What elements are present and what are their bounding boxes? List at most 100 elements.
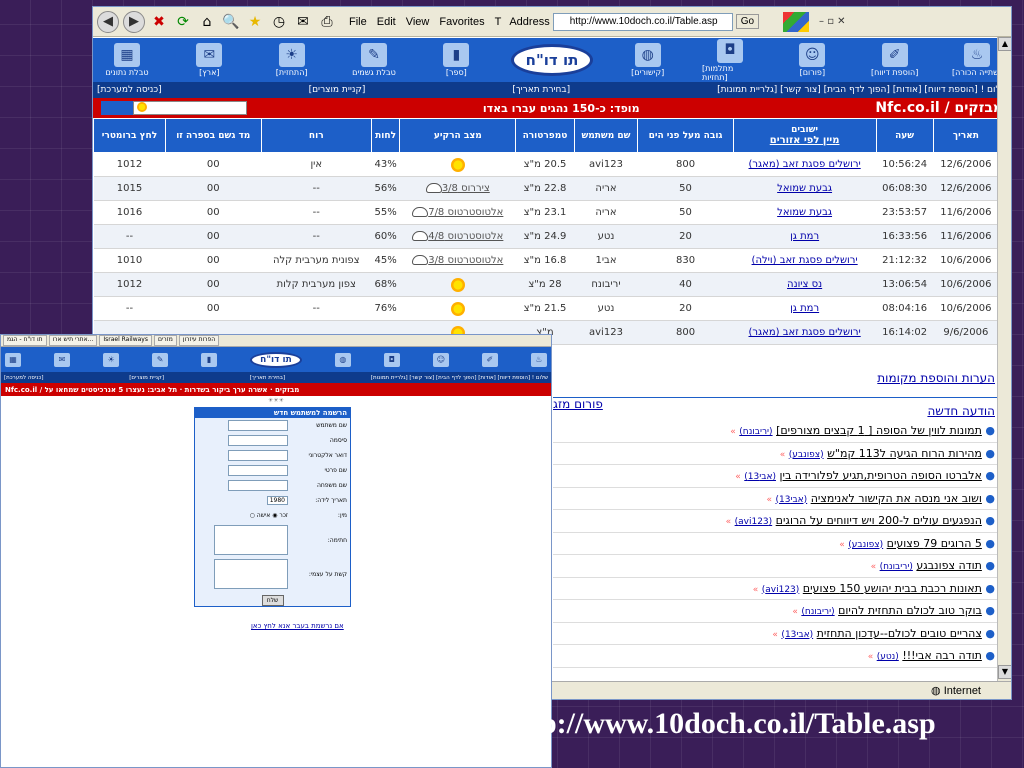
bird-icon[interactable]: ✐ (481, 352, 498, 367)
people-icon[interactable]: ☺ (432, 352, 449, 367)
place-link[interactable]: ירושלים פסגת זאב (מאגר) (749, 159, 861, 170)
nav-item-country[interactable]: ✉ [ארץ] (181, 43, 237, 77)
forum-post[interactable]: ● הנפגעים עולים ל-200 ויש דיווחים על הרו… (553, 510, 999, 533)
menu-edit[interactable]: Edit (377, 16, 396, 28)
login-link[interactable]: [כניסה למערכת] (97, 85, 162, 95)
back-button[interactable]: ◀ (97, 10, 119, 33)
forum-post[interactable]: ● 5 הרוגים 79 פצועים (צפונבע) » (553, 533, 999, 555)
buy-products-link[interactable]: [קניית מוצרים] (309, 85, 366, 95)
cell-place[interactable]: רמת גן (733, 296, 877, 321)
scroll-down-icon[interactable]: ▼ (998, 665, 1011, 679)
address-input[interactable] (552, 12, 733, 31)
forum-post[interactable]: ● תמונות לווין של הסופה [ 1 קבצים מצורפי… (553, 420, 999, 443)
history-icon[interactable]: ◷ (269, 12, 289, 32)
forward-button[interactable]: ▶ (123, 10, 145, 33)
menu-file[interactable]: File (349, 16, 367, 28)
nav-item-forecasts[interactable]: ◘ [מתלמות תחזיות] (702, 38, 758, 82)
forum-post[interactable]: ● תאונות רכבת בבית יהושע 150 פצועים (avi… (553, 578, 999, 600)
favorites-icon[interactable]: ★ (245, 12, 265, 32)
nav-item-add-report[interactable]: ✐ [הוספת דיווח] (867, 43, 923, 77)
about-textarea[interactable] (214, 559, 288, 589)
mail-icon[interactable]: ✉ (293, 12, 313, 32)
banner-brand[interactable]: Nfc.co.il / מבזקים (875, 100, 1003, 116)
cell-place[interactable]: רמת גן (733, 224, 877, 249)
username-input[interactable] (228, 420, 288, 431)
banner-message[interactable]: מופד: כ-150 נהגים עברו באדו (483, 102, 640, 115)
nav-item-forum[interactable]: ☺ [פורום] (784, 43, 840, 77)
nav-item-book[interactable]: ▮ [ספר] (428, 43, 484, 77)
scroll-up-icon[interactable]: ▲ (998, 37, 1011, 51)
forum-post[interactable]: ● בוקר טוב לכולם התחזית להיום (יריבונח) … (553, 600, 999, 623)
cell-place[interactable]: גבעת שמואל (733, 176, 877, 201)
notes-link[interactable]: הערות והוספת מקומות (553, 367, 999, 389)
place-link[interactable]: רמת גן (790, 231, 819, 242)
nav-item-forecast[interactable]: ☀ [התחזית] (264, 43, 320, 77)
tab-item[interactable]: אתרי תיש ארו... (48, 335, 98, 346)
firstname-input[interactable] (228, 465, 288, 476)
forum-post[interactable]: ● תודה רבה אבי!!! (נטע) » (553, 645, 999, 668)
new-message-link[interactable]: הודעה חדשה (553, 397, 999, 420)
cell-place[interactable]: גבעת שמואל (733, 200, 877, 225)
submit-button[interactable]: שלח (261, 595, 284, 606)
forum-post[interactable]: ● אלברטו הסופה הטרופית,תגיע לפלורידה בין… (553, 465, 999, 488)
place-link[interactable]: גבעת שמואל (777, 183, 832, 194)
pencil-icon[interactable]: ✎ (152, 352, 169, 367)
camera-icon[interactable]: ◘ (383, 352, 400, 367)
home-icon[interactable]: ⌂ (197, 12, 217, 32)
weather-icon[interactable]: ☀ (103, 352, 120, 367)
site-nav: ▦ טבלת נתונים ✉ [ארץ] ☀ [התחזית] ✎ טבלת גשמי… (93, 38, 1011, 82)
gender-radio[interactable]: זכר ◉ אישה ○ (250, 512, 288, 519)
duck-icon[interactable]: ♨ (530, 352, 547, 367)
banner-search-box[interactable] (133, 101, 247, 115)
menu-favorites[interactable]: Favorites (439, 16, 484, 28)
email-input[interactable] (228, 450, 288, 461)
sun-icon: ☀☀☀ (267, 396, 285, 404)
go-button[interactable]: Go (735, 14, 760, 29)
choose-date-link[interactable]: [בחירת תאריך] (512, 85, 570, 95)
book-icon[interactable]: ▮ (201, 352, 218, 367)
lastname-input[interactable] (228, 480, 288, 491)
nav-item-rain-table[interactable]: ✎ טבלת גשמים (346, 43, 402, 77)
tab-item[interactable]: תו דו"ח - הגמ (3, 335, 47, 346)
place-link[interactable]: ירושלים פסגת זאב (וילה) (752, 255, 858, 266)
cell-place[interactable]: ירושלים פסגת זאב (מאגר) (733, 152, 877, 177)
forum-post[interactable]: ● ושוב אני מנסה את הקישור לאנימציה (אבי1… (553, 488, 999, 510)
menu-tools[interactable]: T (495, 16, 502, 28)
forum-post[interactable]: ● מהירות הרוח הגיעה ל113 קמ"ש (צפונבע) » (553, 443, 999, 465)
forum-post[interactable]: ● תודה צפונבגע (יריבונח) » (553, 555, 999, 578)
cell-place[interactable]: ירושלים פסגת זאב (וילה) (733, 248, 877, 273)
search-icon[interactable]: 🔍 (221, 12, 241, 32)
site-logo[interactable]: תו דו"ח (250, 351, 302, 368)
vertical-scrollbar[interactable]: ▲ ▼ (997, 37, 1011, 697)
forum-link[interactable]: פורום מזג (553, 397, 603, 411)
cell-place[interactable]: נס ציונה (733, 272, 877, 297)
duck-icon: ♨ (964, 43, 990, 67)
tab-item[interactable]: Israel Railways (99, 335, 152, 346)
password-input[interactable] (228, 435, 288, 446)
menu-view[interactable]: View (406, 16, 430, 28)
top-links[interactable]: שלום ! [הוספת דיווח] [אודות] [הפוך לדף ה… (717, 85, 1007, 95)
signature-textarea[interactable] (214, 525, 288, 555)
refresh-icon[interactable]: ⟳ (173, 12, 193, 32)
print-icon[interactable]: ⎙ (317, 12, 337, 32)
nav-item-links[interactable]: ◍ [קישורים] (620, 43, 676, 77)
dob-year-select[interactable]: 1980 (266, 496, 288, 505)
tab-item[interactable]: מזרים (153, 335, 177, 346)
login-existing-link[interactable]: אם נרשמת בעבר אנא לחץ כאן (251, 622, 344, 630)
nav-item-data-table[interactable]: ▦ טבלת נתונים (99, 43, 155, 77)
window-controls[interactable]: – ▫ ✕ (819, 16, 846, 27)
mail-icon[interactable]: ✉ (54, 352, 71, 367)
sort-by-region-link[interactable]: מיין לפי אזורים (770, 135, 840, 146)
table-icon[interactable]: ▦ (5, 352, 21, 367)
place-link[interactable]: ירושלים פסגת זאב (מאגר) (749, 327, 861, 338)
place-link[interactable]: נס ציונה (787, 279, 822, 290)
globe-icon[interactable]: ◍ (334, 352, 351, 367)
site-logo[interactable]: תו דו"ח (510, 44, 594, 76)
banner-text[interactable]: Nfc.co.il / מבזקים · אשרה ערך ביקור בשדר… (5, 386, 299, 394)
forum-post[interactable]: ● צהריים טובים לכולם--עדכון התחזית (אבי1… (553, 623, 999, 645)
tab-item[interactable]: הפרות עיזרון (178, 335, 220, 346)
cell-place[interactable]: ירושלים פסגת זאב (מאגר) (733, 320, 877, 345)
stop-icon[interactable]: ✖ (149, 12, 169, 32)
place-link[interactable]: גבעת שמואל (777, 207, 832, 218)
place-link[interactable]: רמת גן (790, 303, 819, 314)
